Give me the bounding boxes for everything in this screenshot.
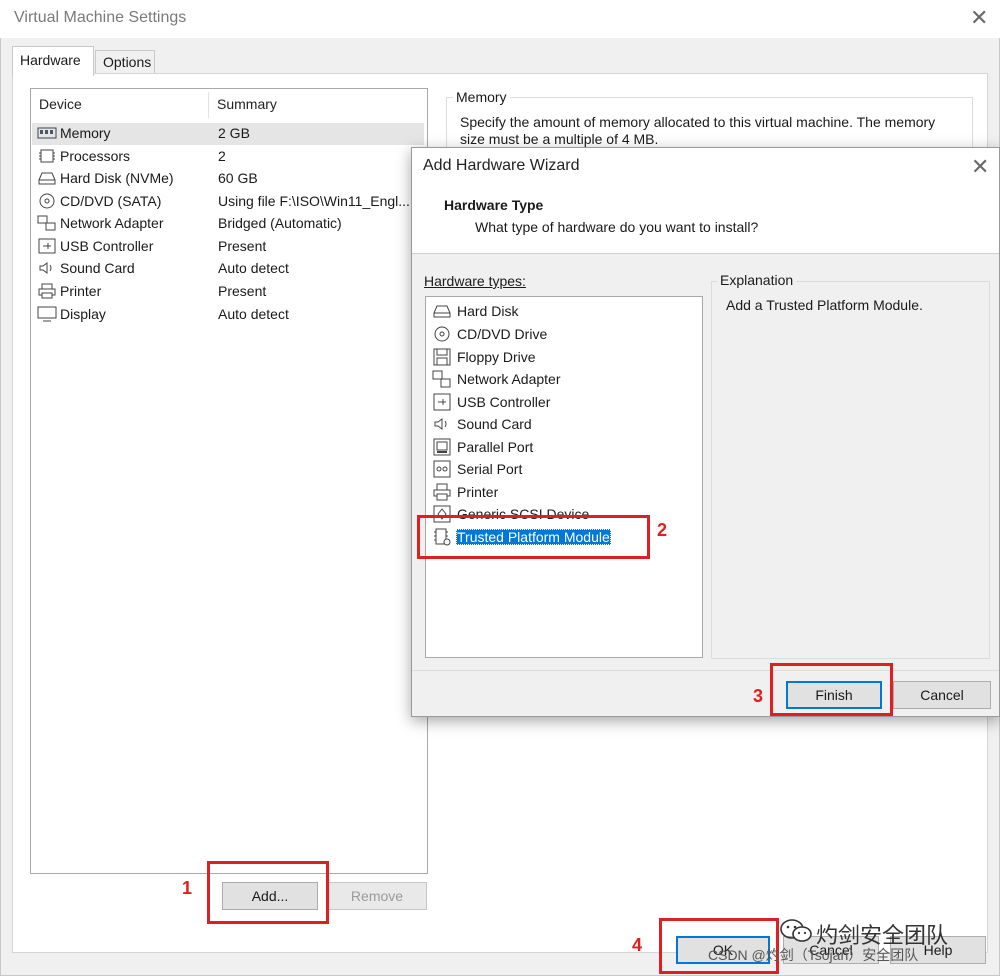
device-summary: 2 GB <box>218 125 250 141</box>
device-row-memory[interactable]: Memory 2 GB <box>32 123 424 145</box>
remove-button[interactable]: Remove <box>327 882 427 910</box>
hw-item-label: Network Adapter <box>457 371 561 387</box>
sound-icon <box>39 262 52 274</box>
device-name: Memory <box>60 125 111 141</box>
cd-dvd-icon <box>434 326 450 342</box>
hw-item-label: Parallel Port <box>457 439 534 455</box>
device-row-usb[interactable]: USB Controller Present <box>32 236 424 258</box>
device-name: Hard Disk (NVMe) <box>60 170 174 186</box>
wizard-heading: Hardware Type <box>444 197 544 213</box>
window-title: Virtual Machine Settings <box>14 9 187 26</box>
printer-icon <box>433 483 451 501</box>
hw-item-label: Hard Disk <box>457 303 519 319</box>
sound-icon <box>434 418 447 430</box>
printer-icon <box>38 283 56 299</box>
hard-disk-icon <box>38 172 56 185</box>
device-name: Processors <box>60 148 131 164</box>
wizard-title: Add Hardware Wizard <box>423 157 580 174</box>
device-row-processors[interactable]: Processors 2 <box>32 146 424 168</box>
parallel-port-icon <box>433 438 451 456</box>
device-row-printer[interactable]: Printer Present <box>32 281 424 303</box>
column-separator[interactable] <box>208 92 209 118</box>
hw-item-label: Floppy Drive <box>457 349 536 365</box>
hard-disk-icon <box>433 305 451 318</box>
hw-item-label: USB Controller <box>457 394 551 410</box>
annotation-number-4: 4 <box>632 935 643 955</box>
hardware-types-label: Hardware types: <box>424 273 526 289</box>
explanation-text: Add a Trusted Platform Module. <box>726 297 923 313</box>
network-adapter-icon <box>432 370 451 388</box>
device-name: Printer <box>60 283 102 299</box>
device-summary: Present <box>218 283 267 299</box>
watermark-csdn: CSDN @灼剑（Tsojan）安全团队 <box>708 947 919 963</box>
device-summary: Auto detect <box>218 260 289 276</box>
annotation-number-3: 3 <box>753 686 764 706</box>
tab-options-label: Options <box>103 54 152 70</box>
usb-icon <box>38 238 56 254</box>
serial-port-icon <box>433 460 451 478</box>
explanation-label: Explanation <box>717 272 797 288</box>
display-icon <box>37 306 57 322</box>
memory-icon <box>37 127 57 139</box>
device-row-cd-dvd[interactable]: CD/DVD (SATA) Using file F:\ISO\Win11_En… <box>32 191 424 213</box>
column-header-device[interactable]: Device <box>39 96 82 112</box>
annotation-box-tpm <box>417 515 650 559</box>
close-icon[interactable]: ✕ <box>970 7 988 29</box>
column-header-summary[interactable]: Summary <box>217 96 277 112</box>
device-row-network-adapter[interactable]: Network Adapter Bridged (Automatic) <box>32 213 424 235</box>
memory-description-line1: Specify the amount of memory allocated t… <box>460 114 936 130</box>
device-row-sound[interactable]: Sound Card Auto detect <box>32 258 424 280</box>
wizard-cancel-button[interactable]: Cancel <box>893 681 991 709</box>
device-summary: Using file F:\ISO\Win11_Engl... <box>218 193 410 209</box>
network-adapter-icon <box>37 215 56 231</box>
floppy-icon <box>433 348 451 366</box>
cd-dvd-icon <box>39 193 55 209</box>
hw-item-label: Serial Port <box>457 461 523 477</box>
hw-item-label: CD/DVD Drive <box>457 326 548 342</box>
device-summary: Bridged (Automatic) <box>218 215 342 231</box>
hardware-types-list[interactable]: Hard Disk CD/DVD Drive Floppy Drive Netw… <box>425 296 703 658</box>
close-icon[interactable]: ✕ <box>971 156 989 178</box>
device-row-display[interactable]: Display Auto detect <box>32 304 424 326</box>
processor-icon <box>39 149 55 163</box>
device-summary: 2 <box>218 148 226 164</box>
memory-group-label: Memory <box>453 89 510 105</box>
tab-hardware-label: Hardware <box>20 52 81 68</box>
add-hardware-wizard: Add Hardware Wizard ✕ Hardware Type What… <box>411 147 1000 717</box>
tab-hardware[interactable]: Hardware <box>12 46 94 76</box>
wizard-subheading: What type of hardware do you want to ins… <box>475 219 759 235</box>
device-row-hard-disk[interactable]: Hard Disk (NVMe) 60 GB <box>32 168 424 190</box>
device-name: CD/DVD (SATA) <box>60 193 162 209</box>
memory-description-line2: size must be a multiple of 4 MB. <box>460 131 659 147</box>
annotation-number-2: 2 <box>657 520 668 540</box>
wechat-logo-icon <box>780 919 812 942</box>
usb-icon <box>433 393 451 411</box>
device-name: Network Adapter <box>60 215 164 231</box>
wizard-footer-divider <box>412 670 999 671</box>
annotation-box-finish <box>770 663 893 716</box>
hardware-types-text: Hardware types: <box>424 273 526 289</box>
hw-item-label: Printer <box>457 484 499 500</box>
device-name: Display <box>60 306 106 322</box>
annotation-box-add <box>207 861 329 924</box>
device-summary: 60 GB <box>218 170 258 186</box>
explanation-group <box>711 281 990 659</box>
device-name: USB Controller <box>60 238 154 254</box>
annotation-number-1: 1 <box>182 878 193 898</box>
device-name: Sound Card <box>60 260 135 276</box>
device-summary: Auto detect <box>218 306 289 322</box>
device-summary: Present <box>218 238 267 254</box>
hw-item-label: Sound Card <box>457 416 532 432</box>
